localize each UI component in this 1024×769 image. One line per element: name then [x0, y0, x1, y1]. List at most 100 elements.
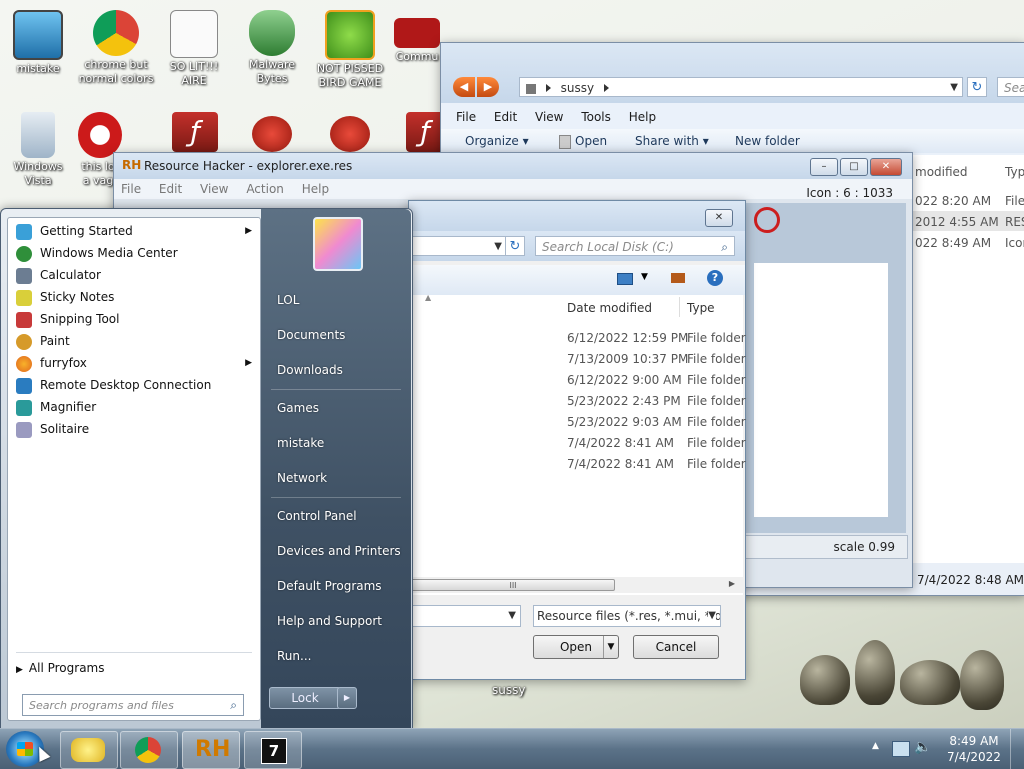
dialog-refresh-button[interactable]: ↻ [505, 236, 525, 256]
start-link-documents[interactable]: Documents [277, 328, 345, 342]
cancel-button[interactable]: Cancel [633, 635, 719, 659]
chevron-down-icon[interactable]: ▼ [950, 78, 958, 98]
minimize-button[interactable]: – [810, 158, 838, 176]
file-row-date[interactable]: 2012 4:55 AM [915, 215, 999, 229]
folder-row-date[interactable]: 6/12/2022 12:59 PM [567, 331, 688, 345]
start-link-downloads[interactable]: Downloads [277, 363, 343, 377]
preview-pane-icon[interactable] [671, 273, 685, 283]
chevron-down-icon[interactable]: ▼ [641, 272, 648, 282]
program-magnifier[interactable]: Magnifier [16, 396, 256, 418]
start-search-input[interactable]: Search programs and files ⌕ [22, 694, 244, 716]
new-folder-button[interactable]: New folder [735, 134, 800, 148]
program-calculator[interactable]: Calculator [16, 264, 256, 286]
folder-row-date[interactable]: 6/12/2022 9:00 AM [567, 373, 682, 387]
column-header-type[interactable]: Typ [1005, 165, 1024, 179]
split-chevron-icon[interactable]: ▼ [603, 636, 618, 658]
column-header-date-modified[interactable]: Date modified [567, 301, 652, 315]
menu-view[interactable]: View [193, 179, 235, 199]
program-remote-desktop[interactable]: Remote Desktop Connection [16, 374, 256, 396]
taskbar-chrome-button[interactable] [120, 731, 178, 769]
menu-tools[interactable]: Tools [574, 107, 618, 127]
search-input[interactable]: Sea [997, 77, 1024, 97]
start-link-help[interactable]: Help and Support [277, 614, 382, 628]
forward-button[interactable]: ▶ [477, 77, 499, 97]
program-getting-started[interactable]: Getting Started ▶ [16, 220, 256, 242]
filename-input[interactable]: ▼ [409, 605, 521, 627]
program-furryfox[interactable]: furryfox ▶ [16, 352, 256, 374]
menu-edit[interactable]: Edit [152, 179, 189, 199]
file-type-select[interactable]: Resource files (*.res, *.mui, *.dll ▼ [533, 605, 721, 627]
all-programs-button[interactable]: ▶ All Programs [16, 657, 256, 679]
desktop-icon-malwarebytes[interactable]: Malware Bytes [234, 10, 310, 86]
maximize-button[interactable]: □ [840, 158, 868, 176]
column-header-modified[interactable]: modified [915, 165, 968, 179]
start-link-control-panel[interactable]: Control Panel [277, 509, 357, 523]
file-row-date[interactable]: 022 8:20 AM [915, 194, 991, 208]
desktop-icon-solitaire[interactable]: SO LIT!!! AIRE [156, 10, 232, 88]
file-row-date[interactable]: 022 8:49 AM [915, 236, 991, 250]
menu-edit[interactable]: Edit [487, 107, 524, 127]
back-button[interactable]: ◀ [453, 77, 475, 97]
taskbar-7zip-button[interactable]: 7 [244, 731, 302, 769]
show-hidden-icons[interactable]: ▲ [872, 741, 879, 751]
menu-help[interactable]: Help [295, 179, 336, 199]
menu-view[interactable]: View [528, 107, 570, 127]
chevron-down-icon[interactable]: ▼ [708, 606, 716, 626]
program-solitaire[interactable]: Solitaire [16, 418, 256, 440]
start-link-default-programs[interactable]: Default Programs [277, 579, 382, 593]
view-icon[interactable] [617, 273, 633, 285]
angry-bird-icon[interactable] [330, 116, 370, 152]
start-link-network[interactable]: Network [277, 471, 327, 485]
chevron-down-icon[interactable]: ▼ [494, 237, 502, 257]
scroll-right-icon[interactable]: ▶ [729, 579, 735, 588]
program-media-center[interactable]: Windows Media Center [16, 242, 256, 264]
start-link-devices[interactable]: Devices and Printers [277, 544, 401, 558]
start-link-mistake[interactable]: mistake [277, 436, 324, 450]
program-paint[interactable]: Paint [16, 330, 256, 352]
chevron-down-icon[interactable]: ▼ [508, 606, 516, 626]
flash-icon[interactable]: ƒ [172, 112, 218, 152]
desktop-icon-bird-game[interactable]: NOT PISSED BIRD GAME [312, 10, 388, 90]
open-button[interactable]: Open [559, 134, 607, 149]
show-desktop-button[interactable] [1010, 729, 1024, 769]
desktop-icon-mistake[interactable]: mistake [0, 10, 76, 76]
start-link-lol[interactable]: LOL [277, 293, 299, 307]
organize-button[interactable]: Organize ▾ [465, 134, 529, 148]
dialog-search-input[interactable]: Search Local Disk (C:) ⌕ [535, 236, 735, 256]
program-sticky-notes[interactable]: Sticky Notes [16, 286, 256, 308]
scrollbar-thumb[interactable]: III [411, 579, 615, 591]
flash-icon[interactable]: ƒ [406, 112, 444, 152]
volume-icon[interactable]: 🔈 [914, 739, 931, 755]
start-link-run[interactable]: Run... [277, 649, 311, 663]
dialog-address-bar[interactable]: ▼ [411, 236, 507, 256]
address-bar[interactable]: sussy ▼ [519, 77, 963, 97]
refresh-button[interactable]: ↻ [967, 77, 987, 97]
folder-row-date[interactable]: 5/23/2022 9:03 AM [567, 415, 682, 429]
desktop-icon-commu[interactable]: Commu [390, 10, 444, 64]
lock-button[interactable]: Lock [269, 687, 341, 709]
desktop-icon-chrome[interactable]: chrome but normal colors [78, 10, 154, 86]
open-button[interactable]: Open ▼ [533, 635, 619, 659]
taskbar-resource-hacker-button[interactable]: RH [182, 731, 240, 769]
program-snipping-tool[interactable]: Snipping Tool [16, 308, 256, 330]
desktop-icon-opera[interactable]: this lo a vag [78, 112, 122, 188]
share-with-button[interactable]: Share with ▾ [635, 134, 709, 148]
angry-bird-icon[interactable] [252, 116, 292, 152]
clock[interactable]: 8:49 AM 7/4/2022 [944, 733, 1004, 765]
desktop-icon-recycle-bin[interactable]: Windows Vista [0, 112, 76, 188]
lock-options-button[interactable]: ▶ [337, 687, 357, 709]
taskbar-explorer-button[interactable] [60, 731, 118, 769]
menu-file[interactable]: File [449, 107, 483, 127]
network-icon[interactable] [892, 741, 910, 757]
dialog-close-button[interactable]: ✕ [705, 209, 733, 227]
folder-row-date[interactable]: 7/13/2009 10:37 PM [567, 352, 688, 366]
menu-file[interactable]: File [114, 179, 148, 199]
column-header-type[interactable]: Type [687, 301, 715, 315]
menu-help[interactable]: Help [622, 107, 663, 127]
start-link-games[interactable]: Games [277, 401, 319, 415]
folder-row-date[interactable]: 7/4/2022 8:41 AM [567, 457, 674, 471]
close-button[interactable]: ✕ [870, 158, 902, 176]
menu-action[interactable]: Action [239, 179, 291, 199]
help-icon[interactable]: ? [707, 270, 723, 286]
horizontal-scrollbar[interactable]: III ▶ [409, 577, 743, 593]
